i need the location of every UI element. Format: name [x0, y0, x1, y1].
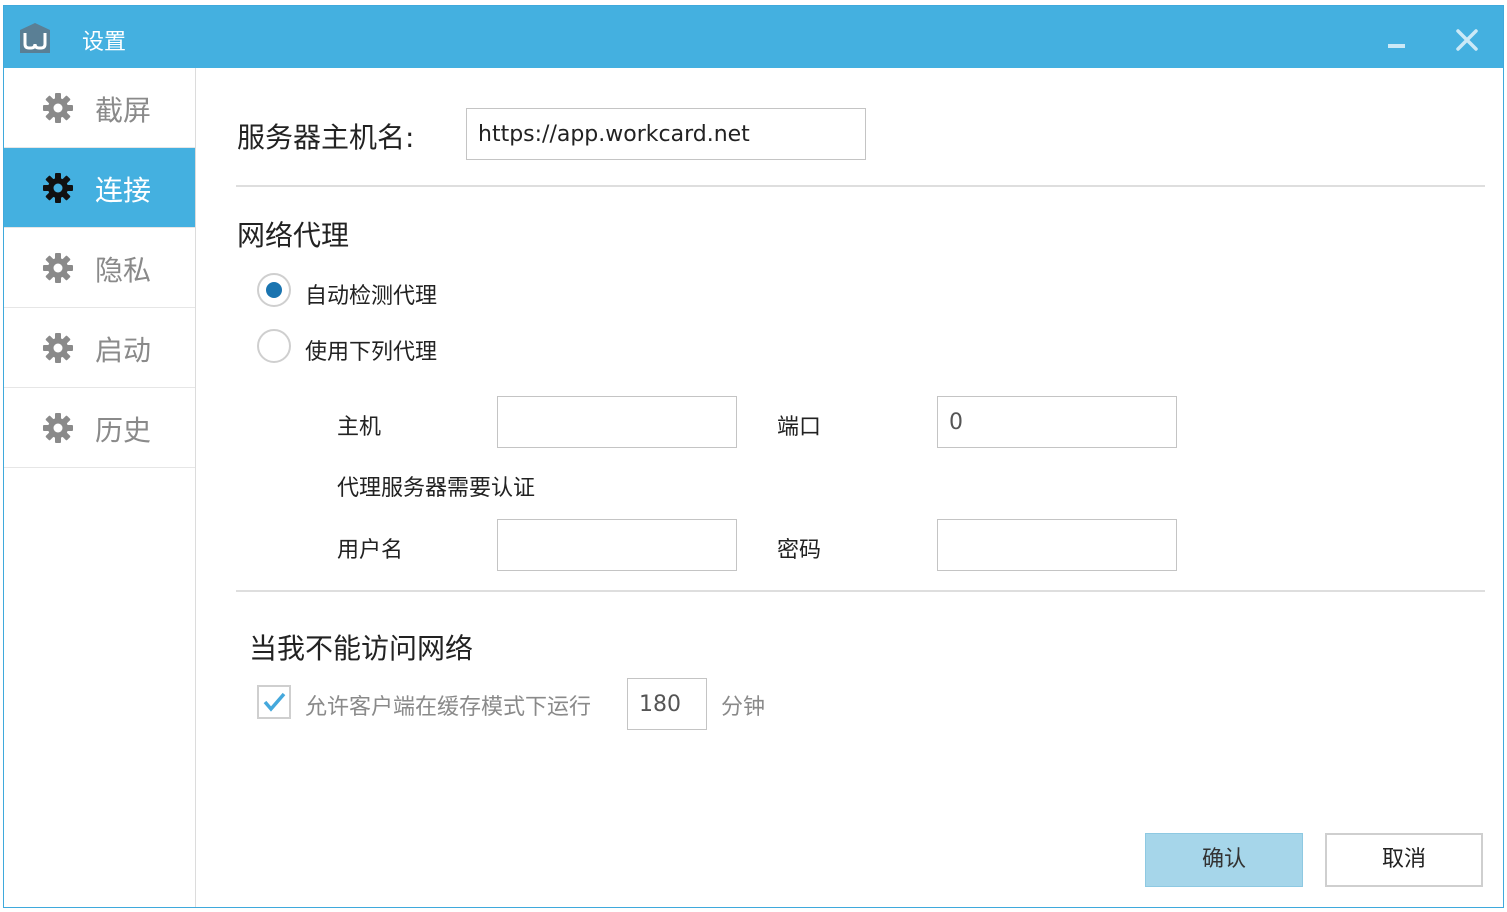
- window-title: 设置: [82, 30, 127, 55]
- app-logo-icon: [20, 23, 50, 53]
- sidebar-item-connection[interactable]: 连接: [4, 148, 195, 228]
- confirm-button[interactable]: 确认: [1145, 833, 1303, 887]
- gear-icon: [43, 413, 73, 443]
- sidebar-item-history[interactable]: 历史: [4, 388, 195, 468]
- sidebar-item-label: 连接: [95, 174, 152, 207]
- settings-window: 设置 截屏 连接 隐私 启动 历史 服务器主机名: https://app.wo…: [3, 5, 1504, 908]
- sidebar-item-label: 隐私: [95, 254, 152, 287]
- offline-cache-label: 允许客户端在缓存模式下运行: [305, 695, 592, 720]
- gear-icon: [43, 93, 73, 123]
- sidebar-item-label: 截屏: [95, 94, 152, 127]
- minutes-unit-label: 分钟: [721, 695, 766, 720]
- sidebar-item-label: 启动: [95, 334, 152, 367]
- title-bar[interactable]: 设置: [4, 6, 1503, 68]
- settings-sidebar: 截屏 连接 隐私 启动 历史: [4, 68, 196, 907]
- cancel-button[interactable]: 取消: [1325, 833, 1483, 887]
- proxy-password-label: 密码: [777, 538, 822, 563]
- manual-proxy-radio[interactable]: [257, 329, 291, 363]
- offline-cache-checkbox[interactable]: [257, 685, 291, 719]
- server-host-input[interactable]: [466, 108, 866, 160]
- cache-minutes-input[interactable]: [627, 678, 707, 730]
- proxy-password-input[interactable]: [937, 519, 1177, 571]
- sidebar-item-screenshot[interactable]: 截屏: [4, 68, 195, 148]
- manual-proxy-label: 使用下列代理: [305, 340, 438, 365]
- sidebar-item-startup[interactable]: 启动: [4, 308, 195, 388]
- divider: [236, 590, 1485, 592]
- divider: [236, 185, 1485, 187]
- settings-content: 服务器主机名: 网络代理 自动检测代理 使用下列代理 主机 端口 代理服务器需要…: [196, 68, 1503, 907]
- gear-icon: [43, 333, 73, 363]
- sidebar-item-privacy[interactable]: 隐私: [4, 228, 195, 308]
- gear-icon: [43, 253, 73, 283]
- checkmark-icon: [263, 692, 286, 712]
- sidebar-item-label: 历史: [95, 414, 152, 447]
- proxy-host-label: 主机: [337, 415, 382, 440]
- gear-icon: [43, 173, 73, 203]
- close-button[interactable]: [1451, 24, 1483, 56]
- proxy-port-label: 端口: [777, 415, 822, 440]
- proxy-section-title: 网络代理: [237, 219, 350, 252]
- proxy-port-input[interactable]: [937, 396, 1177, 448]
- auto-detect-proxy-label: 自动检测代理: [305, 284, 438, 309]
- auto-detect-proxy-radio[interactable]: [257, 273, 291, 307]
- proxy-username-input[interactable]: [497, 519, 737, 571]
- server-host-label: 服务器主机名:: [237, 121, 415, 154]
- offline-section-title: 当我不能访问网络: [249, 632, 474, 665]
- proxy-username-label: 用户名: [337, 538, 404, 563]
- minimize-button[interactable]: [1383, 30, 1411, 60]
- proxy-auth-label: 代理服务器需要认证: [337, 476, 536, 501]
- proxy-host-input[interactable]: [497, 396, 737, 448]
